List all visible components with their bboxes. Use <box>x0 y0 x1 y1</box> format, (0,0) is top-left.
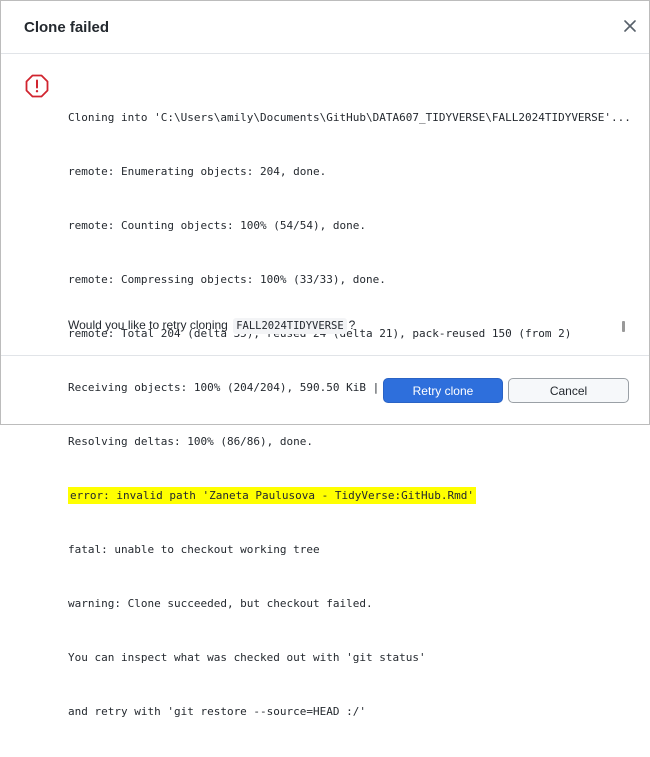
log-line: warning: Clone succeeded, but checkout f… <box>68 597 373 610</box>
log-line: remote: Counting objects: 100% (54/54), … <box>68 219 367 232</box>
dialog-header: Clone failed <box>1 1 649 54</box>
log-line: remote: Compressing objects: 100% (33/33… <box>68 273 386 286</box>
log-line-highlighted-error: error: invalid path 'Zaneta Paulusova - … <box>68 487 638 505</box>
retry-question-suffix: ? <box>348 318 356 332</box>
log-line: Resolving deltas: 100% (86/86), done. <box>68 435 314 448</box>
log-line: Cloning into 'C:\Users\amily\Documents\G… <box>68 111 631 124</box>
retry-clone-button[interactable]: Retry clone <box>383 378 503 403</box>
close-icon[interactable] <box>623 19 637 33</box>
clone-failed-dialog: Clone failed Cloning into 'C:\Users\amil… <box>0 0 650 718</box>
repo-name: FALL2024TIDYVERSE <box>233 318 347 334</box>
highlighted-error-text: error: invalid path 'Zaneta Paulusova - … <box>68 487 476 504</box>
dialog-title: Clone failed <box>24 19 110 36</box>
retry-question-prefix: Would you like to retry cloning <box>68 318 228 332</box>
cancel-button[interactable]: Cancel <box>508 378 629 403</box>
retry-question: Would you like to retry cloning FALL2024… <box>68 318 356 334</box>
dialog-body: Cloning into 'C:\Users\amily\Documents\G… <box>1 54 649 718</box>
octagon-alert-icon <box>25 74 49 98</box>
log-line: You can inspect what was checked out wit… <box>68 651 426 664</box>
scrollbar-thumb[interactable] <box>622 321 625 332</box>
log-line: remote: Enumerating objects: 204, done. <box>68 165 327 178</box>
log-line: and retry with 'git restore --source=HEA… <box>68 705 367 718</box>
log-line: fatal: unable to checkout working tree <box>68 543 320 556</box>
dialog-footer: Retry clone Cancel <box>1 355 649 425</box>
